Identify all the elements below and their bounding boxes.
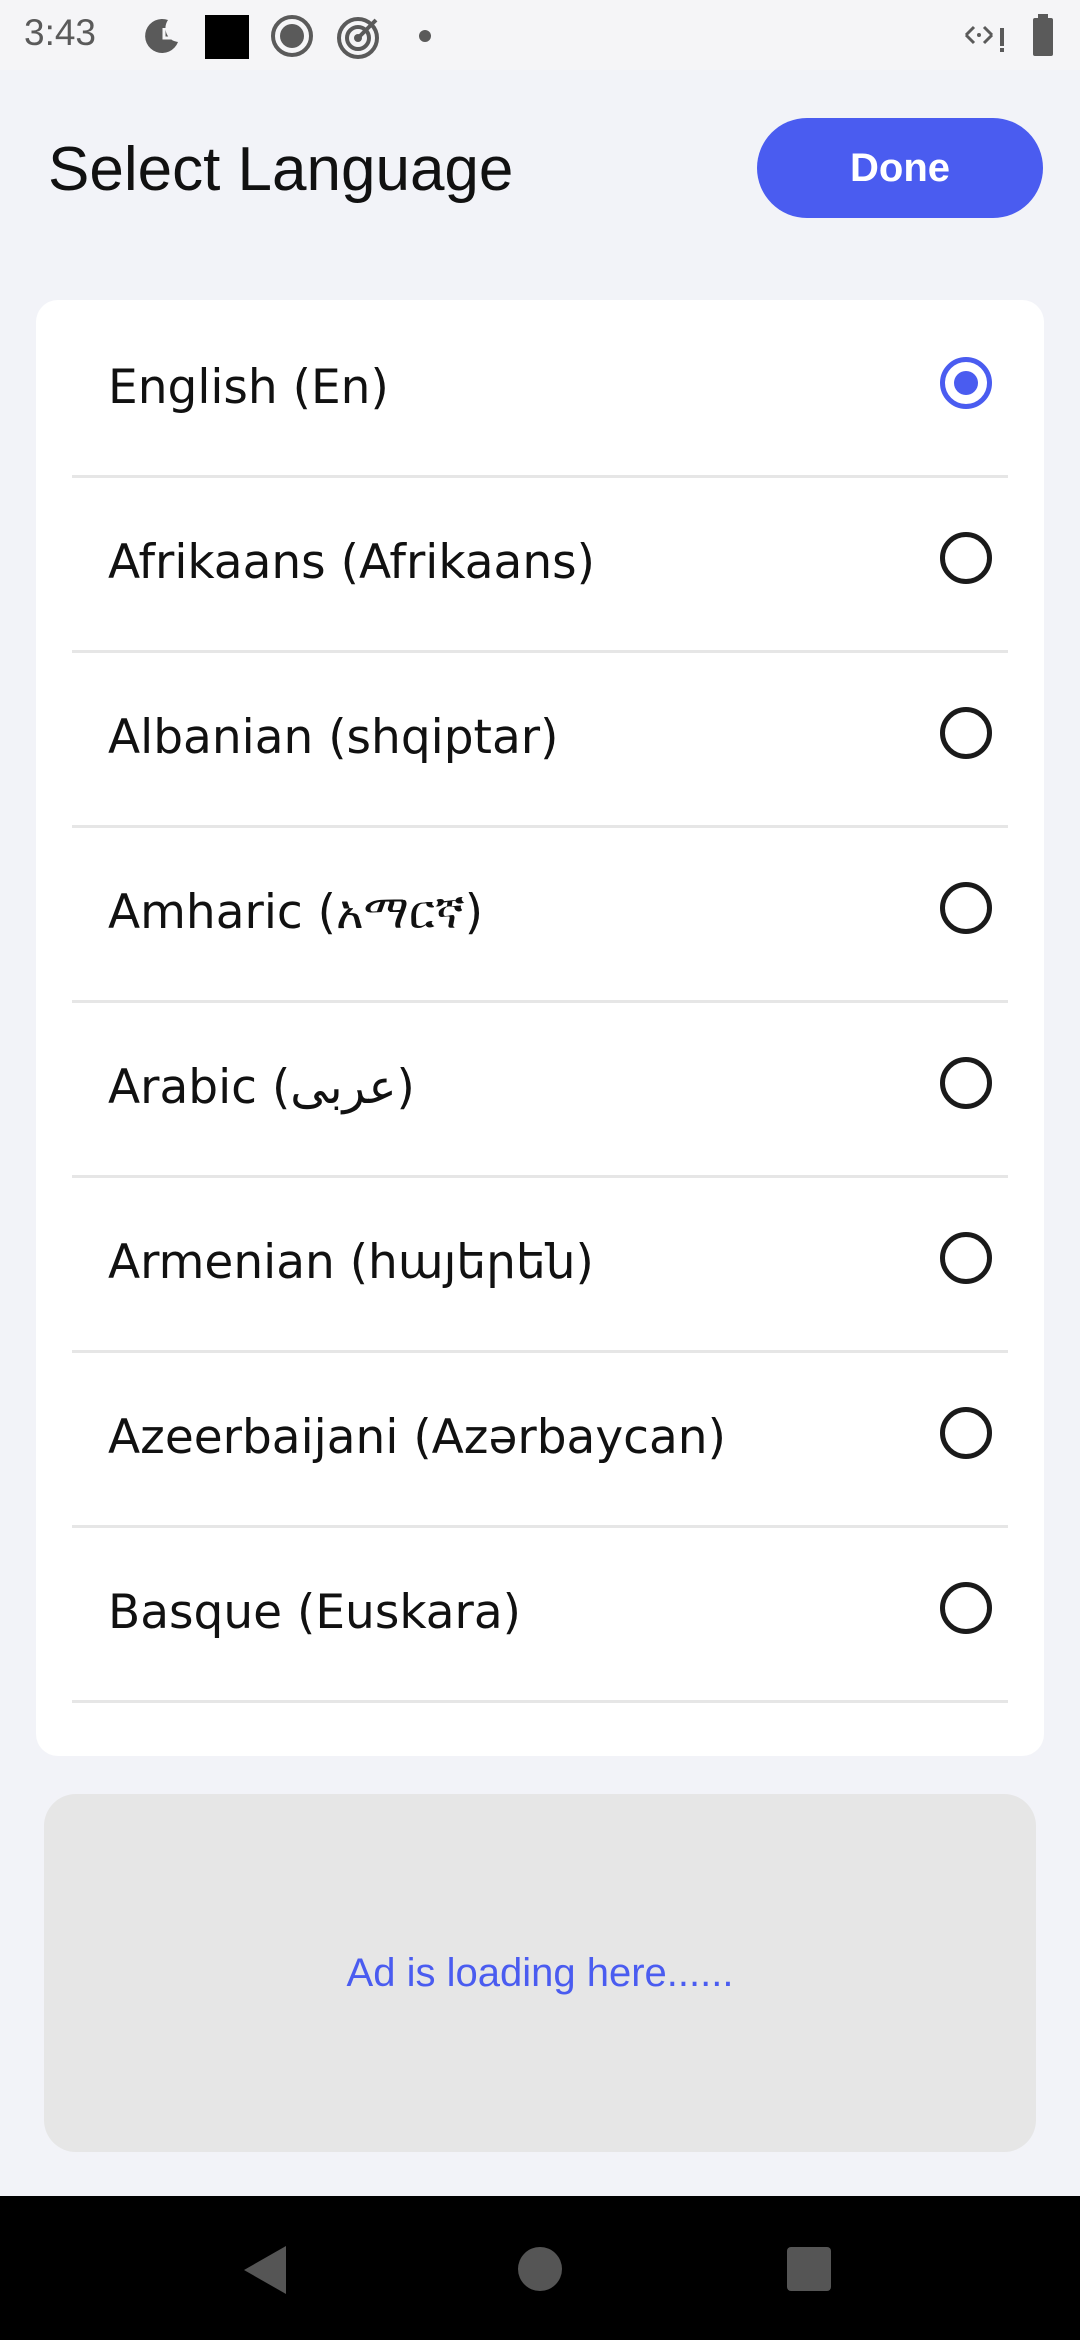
status-time: 3:43 <box>24 12 97 53</box>
language-row-arabic[interactable]: Arabic (عربى) <box>72 1000 1008 1178</box>
language-label: Amharic (አማርኛ) <box>108 885 484 940</box>
language-label: Albanian (shqiptar) <box>108 710 559 765</box>
language-label: Afrikaans (Afrikaans) <box>108 535 595 590</box>
language-label: Arabic (عربى) <box>108 1060 415 1115</box>
moon-clock-icon <box>140 14 184 62</box>
ad-placeholder: Ad is loading here...... <box>44 1794 1036 2152</box>
black-square-icon <box>204 14 250 64</box>
language-row-english[interactable]: English (En) <box>72 300 1008 478</box>
recents-icon[interactable] <box>786 2246 832 2296</box>
back-icon[interactable] <box>240 2242 290 2302</box>
language-row-azerbaijani[interactable]: Azeerbaijani (Azərbaycan) <box>72 1350 1008 1528</box>
page-title: Select Language <box>48 135 514 204</box>
language-label: Armenian (հայերեն) <box>108 1235 594 1290</box>
radio-button[interactable] <box>940 1582 992 1634</box>
radio-button[interactable] <box>940 1407 992 1459</box>
target-icon <box>336 14 382 64</box>
dot-icon <box>418 28 432 47</box>
language-row-amharic[interactable]: Amharic (አማርኛ) <box>72 825 1008 1003</box>
language-row-afrikaans[interactable]: Afrikaans (Afrikaans) <box>72 475 1008 653</box>
language-row-armenian[interactable]: Armenian (հայերեն) <box>72 1175 1008 1353</box>
language-row-basque[interactable]: Basque (Euskara) <box>72 1525 1008 1703</box>
language-label: Basque (Euskara) <box>108 1585 521 1640</box>
ad-loading-text: Ad is loading here...... <box>346 1951 734 1995</box>
language-list: English (En) Afrikaans (Afrikaans) Alban… <box>36 300 1044 1756</box>
radio-button[interactable] <box>940 1057 992 1109</box>
home-icon[interactable] <box>517 2246 563 2296</box>
navigation-bar <box>0 2196 1080 2340</box>
battery-icon <box>1032 14 1054 60</box>
radio-button[interactable] <box>940 707 992 759</box>
status-bar: 3:43 <box>0 0 1080 70</box>
language-label: Azeerbaijani (Azərbaycan) <box>108 1410 726 1465</box>
radio-button[interactable] <box>940 882 992 934</box>
record-icon <box>270 14 314 62</box>
language-row-albanian[interactable]: Albanian (shqiptar) <box>72 650 1008 828</box>
data-arrows-icon <box>962 18 1012 56</box>
language-label: English (En) <box>108 360 389 415</box>
radio-button[interactable] <box>940 532 992 584</box>
radio-button[interactable] <box>940 1232 992 1284</box>
done-button[interactable]: Done <box>757 118 1043 218</box>
radio-button[interactable] <box>940 357 992 409</box>
